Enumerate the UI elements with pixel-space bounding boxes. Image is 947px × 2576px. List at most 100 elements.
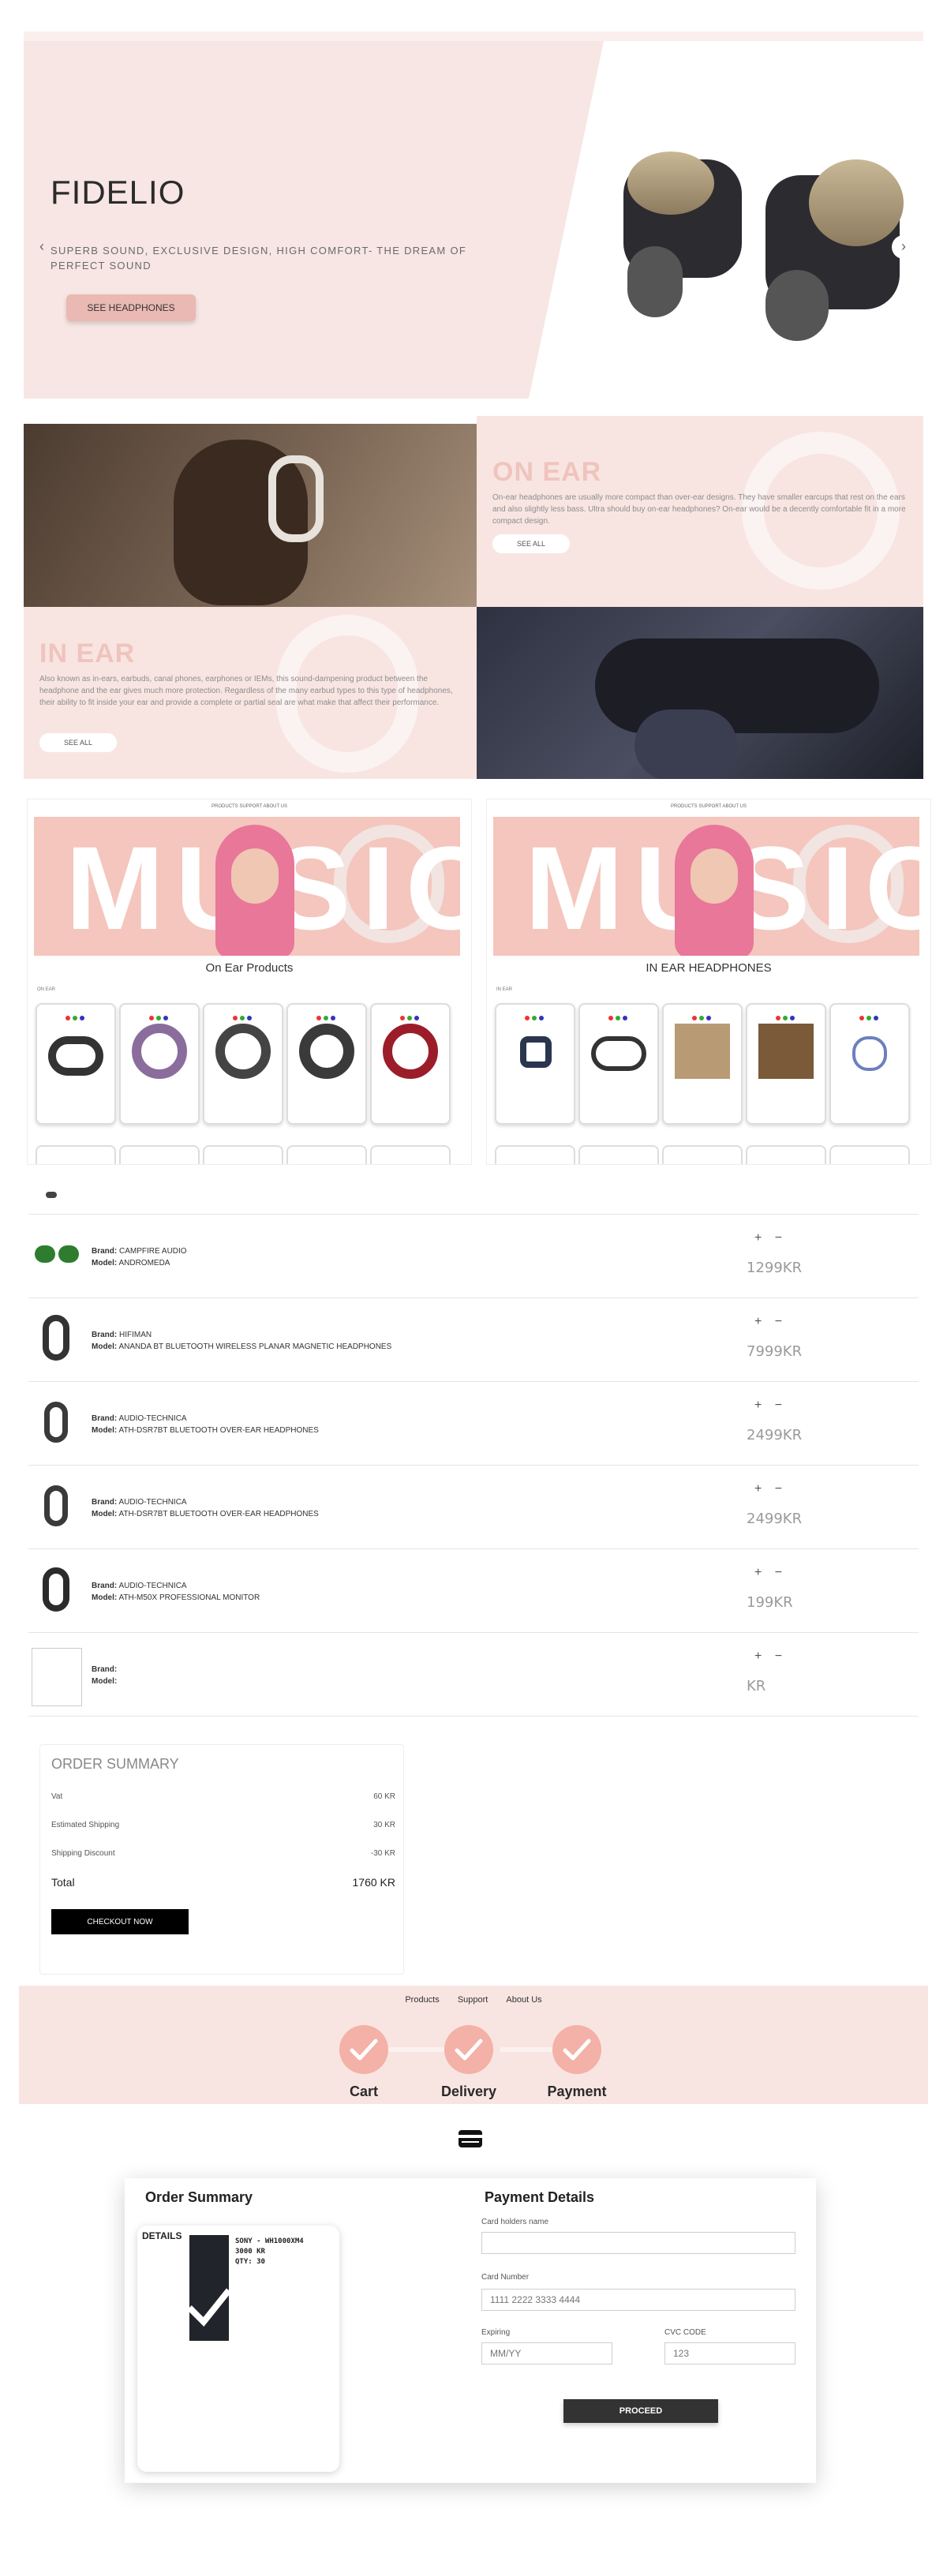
payment-panel: Order Summary Payment Details DETAILS SO… <box>125 2178 816 2483</box>
nav-support-link[interactable]: Support <box>458 1995 488 2005</box>
quantity-stepper[interactable]: + − <box>754 1315 787 1329</box>
shipping-row: Estimated Shipping 30 KR <box>51 1821 395 1829</box>
on-ear-category[interactable]: ON EAR On-ear headphones are usually mor… <box>477 416 923 607</box>
earbuds-case-photo <box>477 607 923 779</box>
product-card[interactable] <box>36 1003 116 1125</box>
product-price: 2499KR <box>747 1511 803 1527</box>
product-card[interactable] <box>578 1145 659 1164</box>
see-headphones-button[interactable]: SEE HEADPHONES <box>66 294 196 321</box>
in-ear-category[interactable]: IN EAR Also known as in-ears, earbuds, c… <box>24 607 477 779</box>
checkout-now-button[interactable]: CHECKOUT NOW <box>51 1909 189 1934</box>
product-thumbnail <box>32 1564 80 1613</box>
product-card[interactable] <box>495 1145 575 1164</box>
cart-row: Brand: CAMPFIRE AUDIO Model: ANDROMEDA +… <box>28 1214 919 1298</box>
product-card[interactable] <box>203 1003 283 1125</box>
product-model: ATH-M50X PROFESSIONAL MONITOR <box>118 1593 260 1602</box>
cvc-label: CVC CODE <box>664 2328 706 2337</box>
preview-heading: IN EAR HEADPHONES <box>646 961 772 975</box>
cart-row: Brand: Model: + − KR <box>28 1632 919 1717</box>
product-card[interactable] <box>746 1003 826 1125</box>
product-card[interactable] <box>370 1003 451 1125</box>
product-card[interactable] <box>578 1003 659 1125</box>
product-card[interactable] <box>286 1145 367 1164</box>
card-holder-label: Card holders name <box>481 2218 549 2226</box>
step-payment-check-icon <box>552 2025 601 2074</box>
product-card[interactable] <box>286 1003 367 1125</box>
expiry-label: Expiring <box>481 2328 511 2337</box>
product-price: KR <box>747 1678 766 1694</box>
music-banner: MUSIC <box>34 817 460 956</box>
order-summary-title: ORDER SUMMARY <box>51 1756 179 1772</box>
quantity-stepper[interactable]: + − <box>754 1649 787 1664</box>
product-details: SONY - WH1000XM4 3000 KR QTY: 30 <box>235 2237 304 2267</box>
nav-products-link[interactable]: Products <box>405 1995 439 2005</box>
in-ear-title: IN EAR <box>39 638 136 668</box>
product-price: 199KR <box>747 1594 793 1611</box>
earbud-left-tip <box>627 246 683 317</box>
quantity-stepper[interactable]: + − <box>754 1231 787 1245</box>
cart-row: Brand: AUDIO-TECHNICA Model: ATH-DSR7BT … <box>28 1465 919 1549</box>
category-grid: ON EAR On-ear headphones are usually mor… <box>24 416 923 779</box>
step-payment-label: Payment <box>547 2084 607 2099</box>
product-card[interactable] <box>119 1145 200 1164</box>
product-model: ATH-DSR7BT BLUETOOTH OVER-EAR HEADPHONES <box>118 1426 319 1435</box>
product-thumbnail <box>32 1313 80 1362</box>
product-model: ATH-DSR7BT BLUETOOTH OVER-EAR HEADPHONES <box>118 1510 319 1518</box>
product-image <box>189 2235 229 2341</box>
product-card[interactable] <box>36 1145 116 1164</box>
product-qty: QTY: 30 <box>235 2258 265 2266</box>
product-card[interactable] <box>662 1145 743 1164</box>
product-price: 2499KR <box>747 1427 803 1443</box>
payment-details-heading: Payment Details <box>485 2189 595 2205</box>
earbud-right-cap <box>809 159 904 246</box>
earbud-right-tip <box>765 270 829 341</box>
hero-image-panel <box>529 41 923 399</box>
discount-row: Shipping Discount -30 KR <box>51 1849 395 1858</box>
product-info: Brand: AUDIO-TECHNICA Model: ATH-M50X PR… <box>92 1582 260 1602</box>
card-number-input[interactable] <box>481 2289 795 2311</box>
on-ear-products-preview: PRODUCTS SUPPORT ABOUT US MUSIC On Ear P… <box>27 799 472 1165</box>
product-thumbnail <box>32 1397 80 1446</box>
product-thumbnail <box>32 1230 80 1279</box>
hero-subtitle: SUPERB SOUND, EXCLUSIVE DESIGN, HIGH COM… <box>51 245 467 271</box>
hero-top-strip <box>24 32 923 41</box>
cvc-input[interactable] <box>664 2342 795 2364</box>
product-card[interactable] <box>746 1145 826 1164</box>
quantity-stepper[interactable]: + − <box>754 1566 787 1580</box>
product-price: 7999KR <box>747 1343 803 1360</box>
proceed-button[interactable]: PROCEED <box>563 2399 718 2423</box>
music-banner: MUSIC <box>493 817 919 956</box>
on-ear-description: On-ear headphones are usually more compa… <box>492 493 906 526</box>
product-brand: AUDIO-TECHNICA <box>118 1582 187 1590</box>
product-card[interactable] <box>203 1145 283 1164</box>
product-card[interactable] <box>829 1003 910 1125</box>
preview-label: IN EAR <box>496 987 513 992</box>
product-card[interactable] <box>370 1145 451 1164</box>
preview-label: ON EAR <box>37 987 56 992</box>
nav-about-link[interactable]: About Us <box>506 1995 541 2005</box>
product-brand: AUDIO-TECHNICA <box>118 1498 187 1507</box>
product-card[interactable] <box>119 1003 200 1125</box>
quantity-stepper[interactable]: + − <box>754 1398 787 1413</box>
credit-card-icon <box>459 2130 482 2147</box>
product-card[interactable] <box>495 1003 575 1125</box>
in-ear-see-all-button[interactable]: SEE ALL <box>39 733 117 752</box>
product-card[interactable] <box>829 1145 910 1164</box>
carousel-next-icon[interactable]: › <box>892 235 915 259</box>
card-holder-input[interactable] <box>481 2232 795 2254</box>
carousel-prev-icon[interactable]: ‹ <box>30 235 54 259</box>
product-info: Brand: AUDIO-TECHNICA Model: ATH-DSR7BT … <box>92 1498 319 1518</box>
product-model: ANANDA BT BLUETOOTH WIRELESS PLANAR MAGN… <box>118 1342 392 1351</box>
quantity-stepper[interactable]: + − <box>754 1482 787 1496</box>
on-ear-see-all-button[interactable]: SEE ALL <box>492 534 570 553</box>
model-face <box>691 848 738 904</box>
step-cart-label: Cart <box>349 2084 378 2099</box>
product-thumbnail <box>32 1481 80 1530</box>
expiry-input[interactable] <box>481 2342 612 2364</box>
product-card[interactable] <box>662 1003 743 1125</box>
product-info: Brand: HIFIMAN Model: ANANDA BT BLUETOOT… <box>92 1331 392 1351</box>
product-name: SONY - WH1000XM4 <box>235 2237 304 2245</box>
order-summary-heading: Order Summary <box>145 2189 253 2205</box>
card-number-label: Card Number <box>481 2273 530 2282</box>
step-delivery-label: Delivery <box>440 2084 497 2099</box>
